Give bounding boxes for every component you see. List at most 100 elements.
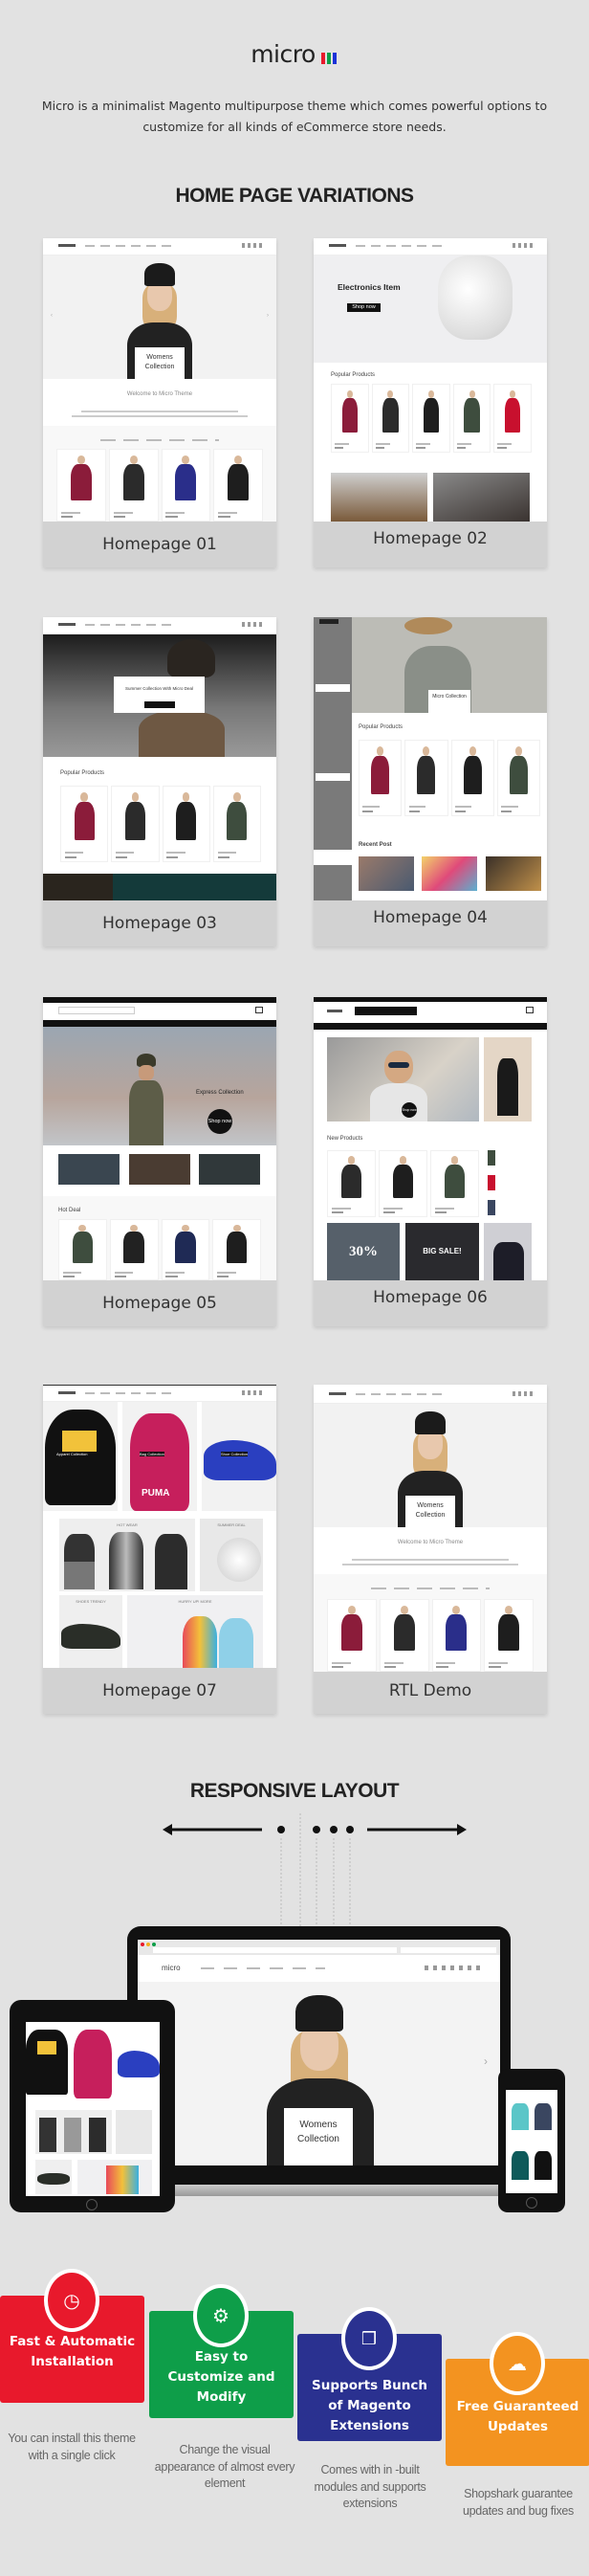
- hero-box[interactable]: Womens Collection: [284, 2108, 353, 2165]
- address-bar[interactable]: [153, 1947, 397, 1953]
- cart-icon[interactable]: [255, 1007, 263, 1013]
- next-arrow-icon[interactable]: ›: [484, 2054, 488, 2068]
- apparel-tile[interactable]: Apparel Collection: [43, 1402, 118, 1511]
- product-tile[interactable]: [327, 1599, 377, 1672]
- post-image[interactable]: [422, 856, 477, 891]
- product-tile[interactable]: [213, 449, 263, 522]
- hot-wear-tile[interactable]: HOT WEAR: [59, 1519, 195, 1591]
- browser-search[interactable]: [401, 1947, 496, 1953]
- product-tile[interactable]: [379, 1150, 427, 1217]
- product-tile[interactable]: [496, 740, 540, 816]
- card-label[interactable]: RTL Demo: [314, 1672, 547, 1714]
- product-tile[interactable]: [493, 384, 532, 453]
- product-price-line: [113, 516, 126, 519]
- homepage-07-preview[interactable]: Apparel Collection Bag Collection PUMA S…: [43, 1385, 276, 1668]
- card-label[interactable]: Homepage 03: [43, 900, 276, 946]
- product-tile[interactable]: [161, 1219, 210, 1280]
- nav-bar[interactable]: [314, 1023, 547, 1030]
- post-image[interactable]: [359, 856, 414, 891]
- variation-card-homepage-03[interactable]: Summer Collection With Micro Deal Popula…: [43, 617, 276, 946]
- card-label[interactable]: Homepage 01: [43, 522, 276, 567]
- product-tile[interactable]: [161, 449, 211, 522]
- discount-banner[interactable]: 30%: [327, 1223, 400, 1280]
- shoe-tile[interactable]: Shoe Collection: [202, 1402, 276, 1511]
- bag-tile[interactable]: Bag Collection PUMA: [122, 1402, 197, 1511]
- hero-button[interactable]: [144, 701, 175, 708]
- cart-icon[interactable]: [526, 1007, 534, 1013]
- product-tile[interactable]: [56, 449, 106, 522]
- side-banner[interactable]: [484, 1037, 532, 1121]
- next-arrow-icon[interactable]: ›: [267, 313, 269, 319]
- shop-now-button[interactable]: Shop now: [402, 1102, 417, 1118]
- prev-arrow-icon[interactable]: ‹: [51, 313, 53, 319]
- nav-bar[interactable]: [43, 1020, 276, 1027]
- banner-shoes[interactable]: [331, 473, 427, 522]
- variation-card-homepage-06[interactable]: Shop now New Products 30% BIG SALE! Home…: [314, 997, 547, 1326]
- shoes-trendy-tile[interactable]: SHOES TRENDY: [59, 1595, 122, 1668]
- product-tile[interactable]: [452, 384, 491, 453]
- logo-text: micro: [251, 40, 316, 68]
- category-banner[interactable]: [129, 1154, 190, 1185]
- variation-card-homepage-01[interactable]: Womens Collection ‹ › Welcome to Micro T…: [43, 238, 276, 567]
- sidebar-menu[interactable]: [314, 617, 352, 900]
- homepage-04-preview[interactable]: Micro Collection Popular Products Recent…: [314, 617, 547, 900]
- variation-card-homepage-02[interactable]: Electronics Item Shop now Popular Produc…: [314, 238, 547, 567]
- product-tile[interactable]: [359, 740, 403, 816]
- homepage-01-preview[interactable]: Womens Collection ‹ › Welcome to Micro T…: [43, 238, 276, 522]
- product-tile[interactable]: [484, 1599, 534, 1672]
- product-tile[interactable]: [412, 384, 450, 453]
- feature-description: You can install this theme with a single…: [8, 2432, 136, 2462]
- product-tile[interactable]: [60, 786, 109, 862]
- product-tile[interactable]: [331, 384, 369, 453]
- category-banner[interactable]: [199, 1154, 260, 1185]
- banner-image[interactable]: [43, 874, 276, 900]
- homepage-06-preview[interactable]: Shop now New Products 30% BIG SALE!: [314, 997, 547, 1280]
- homepage-03-preview[interactable]: Summer Collection With Micro Deal Popula…: [43, 617, 276, 900]
- banner-sunglasses[interactable]: [433, 473, 530, 522]
- card-label[interactable]: Homepage 06: [314, 1275, 547, 1321]
- product-tile[interactable]: [212, 1219, 261, 1280]
- product-tile[interactable]: [450, 740, 494, 816]
- product-tile[interactable]: [404, 740, 448, 816]
- homepage-02-preview[interactable]: Electronics Item Shop now Popular Produc…: [314, 238, 547, 522]
- variation-card-homepage-07[interactable]: Apparel Collection Bag Collection PUMA S…: [43, 1385, 276, 1714]
- top-bar: [43, 997, 276, 1003]
- product-garment: [228, 463, 250, 501]
- side-banner[interactable]: [484, 1223, 532, 1280]
- product-tile[interactable]: [111, 786, 160, 862]
- product-tile[interactable]: [162, 786, 210, 862]
- hero-box[interactable]: Womens Collection: [135, 347, 185, 379]
- micro-logo: micro: [0, 40, 589, 70]
- card-label[interactable]: Homepage 05: [43, 1280, 276, 1326]
- site-logo[interactable]: micro: [162, 1964, 181, 1972]
- sale-banner[interactable]: BIG SALE!: [405, 1223, 479, 1280]
- search-input[interactable]: [58, 1007, 135, 1014]
- homepage-05-preview[interactable]: Express Collection Shop now Hot Deal: [43, 997, 276, 1280]
- product-tile[interactable]: [371, 384, 410, 453]
- product-tile[interactable]: [431, 1599, 482, 1672]
- product-tile[interactable]: [327, 1150, 376, 1217]
- shop-now-button[interactable]: Shop now: [207, 1109, 232, 1134]
- variation-card-rtl-demo[interactable]: Womens Collection Welcome to Micro Theme…: [314, 1385, 547, 1714]
- section-title: Popular Products: [359, 724, 404, 730]
- product-tile[interactable]: [108, 449, 159, 522]
- product-tile[interactable]: [58, 1219, 107, 1280]
- summer-deal-tile[interactable]: SUMMER DEAL: [200, 1519, 263, 1591]
- product-tile[interactable]: [212, 786, 261, 862]
- rtl-demo-preview[interactable]: Womens Collection Welcome to Micro Theme: [314, 1385, 547, 1672]
- search-input[interactable]: [355, 1007, 417, 1015]
- post-image[interactable]: [486, 856, 541, 891]
- shop-now-button[interactable]: Shop now: [347, 303, 381, 312]
- product-tile[interactable]: [109, 1219, 159, 1280]
- hero-box[interactable]: Womens Collection: [405, 1496, 455, 1527]
- card-label[interactable]: Homepage 07: [43, 1668, 276, 1714]
- product-tile[interactable]: [430, 1150, 479, 1217]
- product-tile[interactable]: [379, 1599, 429, 1672]
- variation-card-homepage-05[interactable]: Express Collection Shop now Hot Deal Hom…: [43, 997, 276, 1326]
- tablet-screen: [26, 2022, 160, 2196]
- hurry-up-tile[interactable]: HURRY UP! MORE: [127, 1595, 263, 1668]
- card-label[interactable]: Homepage 04: [314, 895, 547, 941]
- variation-card-homepage-04[interactable]: Micro Collection Popular Products Recent…: [314, 617, 547, 946]
- category-banner[interactable]: [58, 1154, 120, 1185]
- card-label[interactable]: Homepage 02: [314, 516, 547, 562]
